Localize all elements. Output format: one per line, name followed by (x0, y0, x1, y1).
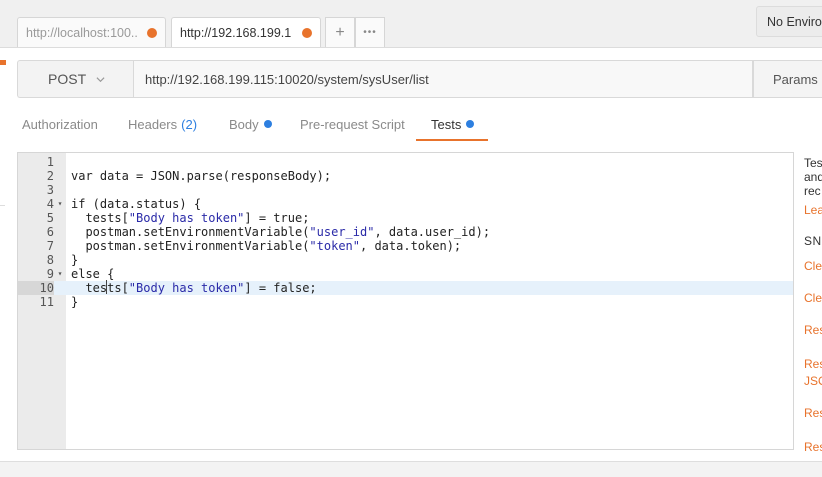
snippets-intro-line: and (804, 170, 822, 184)
code-line[interactable]: 8} (18, 253, 793, 267)
sidebar-edge-accent (0, 60, 6, 65)
code-line[interactable]: 3 (18, 183, 793, 197)
tab-authorization-label: Authorization (22, 116, 98, 132)
snippets-heading: SNI (804, 234, 822, 248)
fold-toggle-icon[interactable]: ▾ (55, 197, 65, 211)
line-number: 8 (46, 253, 54, 267)
tab-authorization[interactable]: Authorization (22, 109, 98, 139)
method-select[interactable]: POST (17, 60, 133, 98)
code-line[interactable]: 6 postman.setEnvironmentVariable("user_i… (18, 225, 793, 239)
more-tabs-button[interactable]: ••• (355, 17, 385, 47)
url-value: http://192.168.199.115:10020/system/sysU… (145, 71, 429, 87)
code-text: } (71, 253, 79, 267)
code-line[interactable]: 4 ▾ if (data.status) { (18, 197, 793, 211)
line-number: 2 (46, 169, 54, 183)
request-tab-strip: http://localhost:100.. http://192.168.19… (0, 0, 822, 48)
unsaved-dot-icon (147, 27, 157, 38)
new-tab-button[interactable]: + (325, 17, 355, 47)
code-text: tests["Body has token"] = true; (71, 211, 310, 225)
environment-label: No Enviro (767, 14, 822, 29)
tab-body-label: Body (229, 116, 259, 132)
tests-code-editor[interactable]: 1 2 var data = JSON.parse(responseBody); 3 4… (17, 152, 794, 450)
code-line[interactable]: 9 ▾ else { (18, 267, 793, 281)
active-tab-indicator (416, 139, 488, 141)
ellipsis-icon: ••• (363, 27, 377, 38)
code-line[interactable]: 7 postman.setEnvironmentVariable("token"… (18, 239, 793, 253)
modified-dot-icon (263, 120, 272, 128)
tab-tests[interactable]: Tests (431, 109, 475, 139)
line-number: 5 (46, 211, 54, 225)
snippet-item[interactable]: Res (804, 357, 822, 371)
sidebar-edge-divider (0, 205, 5, 206)
line-number: 7 (46, 239, 54, 253)
params-button[interactable]: Params (753, 60, 822, 98)
snippets-intro-line: Tes (804, 156, 822, 170)
code-text: postman.setEnvironmentVariable("token", … (71, 239, 462, 253)
headers-count-badge: (2) (181, 116, 198, 132)
line-number: 1 (46, 155, 54, 169)
modified-dot-icon (466, 120, 475, 128)
tab-prerequest-script[interactable]: Pre-request Script (300, 109, 405, 139)
code-line[interactable]: 11} (18, 295, 793, 309)
code-text: tests["Body has token"] = false; (71, 281, 317, 295)
snippet-item[interactable]: Res (804, 323, 822, 337)
code-line[interactable]: 10 tests["Body has token"] = false; (18, 281, 793, 295)
line-number: 9 (46, 267, 54, 281)
params-label: Params (773, 71, 818, 87)
code-text: if (data.status) { (71, 197, 202, 211)
line-number: 3 (46, 183, 54, 197)
text-cursor (106, 280, 107, 294)
snippet-item[interactable]: Cle (804, 259, 822, 273)
request-tab-active[interactable]: http://192.168.199.1 (171, 17, 321, 48)
code-line[interactable]: 5 tests["Body has token"] = true; (18, 211, 793, 225)
snippet-item[interactable]: Res (804, 406, 822, 420)
line-number: 10 (18, 281, 54, 295)
plus-icon: + (335, 23, 345, 41)
request-tab-label: http://localhost:100.. (26, 25, 138, 40)
request-tab-label: http://192.168.199.1 (180, 26, 292, 40)
line-number: 11 (39, 295, 54, 309)
line-number: 4 (46, 197, 54, 211)
learn-more-link[interactable]: Lea (804, 203, 822, 217)
code-text: } (71, 295, 79, 309)
request-tab-localhost[interactable]: http://localhost:100.. (17, 17, 166, 47)
method-label: POST (48, 71, 87, 87)
response-panel-bar (0, 461, 822, 477)
tab-headers[interactable]: Headers (2) (128, 109, 197, 139)
unsaved-dot-icon (302, 28, 312, 38)
code-text: var data = JSON.parse(responseBody); (71, 169, 332, 183)
snippet-item[interactable]: Res (804, 440, 822, 454)
code-text: else { (71, 267, 115, 281)
snippets-panel: Tes and rec Lea SNI Cle Cle Res Res JSO … (794, 141, 822, 461)
chevron-down-icon (96, 76, 105, 82)
tab-body[interactable]: Body (229, 109, 272, 139)
fold-toggle-icon[interactable]: ▾ (55, 267, 65, 281)
tab-prerequest-label: Pre-request Script (300, 116, 405, 132)
code-line[interactable]: 2 var data = JSON.parse(responseBody); (18, 169, 793, 183)
snippet-item[interactable]: Cle (804, 291, 822, 305)
tab-headers-label: Headers (128, 116, 178, 132)
environment-selector[interactable]: No Enviro (756, 6, 822, 37)
snippets-intro-line: rec (804, 184, 821, 198)
code-line[interactable]: 1 (18, 155, 793, 169)
code-text: postman.setEnvironmentVariable("user_id"… (71, 225, 491, 239)
tab-tests-label: Tests (431, 116, 462, 132)
url-input[interactable]: http://192.168.199.115:10020/system/sysU… (133, 60, 753, 98)
line-number: 6 (46, 225, 54, 239)
snippet-item-continued[interactable]: JSO (804, 374, 822, 388)
